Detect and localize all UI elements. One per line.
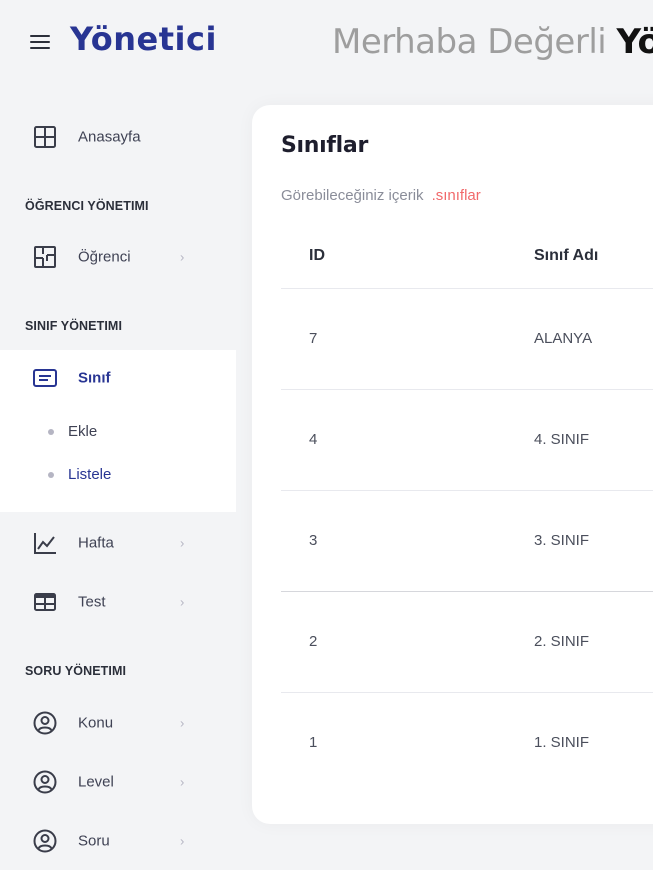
hamburger-menu-icon[interactable] <box>30 34 50 50</box>
section-title-soru: SORU YÖNETIMI <box>25 664 127 678</box>
cell-name: 4. SINIF <box>534 431 590 448</box>
sidebar-item-label: Anasayfa <box>78 128 141 146</box>
cell-name: ALANYA <box>534 330 593 347</box>
chevron-right-icon: › <box>180 833 185 849</box>
sidebar-item-test[interactable]: Test › <box>0 575 236 629</box>
chevron-right-icon: › <box>180 249 185 265</box>
chart-line-icon <box>34 533 56 554</box>
bullet-dot <box>48 472 54 478</box>
section-title-sinif: SINIF YÖNETIMI <box>25 319 123 333</box>
subtitle-tag: .sınıflar <box>431 187 481 204</box>
cell-name: 1. SINIF <box>534 734 590 751</box>
sidebar-item-anasayfa[interactable]: Anasayfa <box>0 110 236 164</box>
cell-id: 7 <box>309 330 318 347</box>
sidebar-item-label: Test <box>78 593 106 611</box>
chevron-right-icon: › <box>180 774 185 790</box>
sidebar-item-label: Öğrenci <box>78 248 131 266</box>
cell-id: 1 <box>309 734 318 751</box>
page-subtitle: Görebileceğiniz içerik .sınıflar <box>281 187 481 204</box>
column-header-name[interactable]: Sınıf Adı <box>534 247 598 265</box>
table-row[interactable]: 4 4. SINIF <box>281 390 653 491</box>
sidebar-item-level[interactable]: Level › <box>0 755 236 809</box>
page-title: Sınıflar <box>281 133 368 158</box>
chevron-right-icon: › <box>180 535 185 551</box>
table-icon <box>34 593 56 611</box>
column-header-id[interactable]: ID <box>309 247 325 265</box>
chevron-right-icon: › <box>180 594 185 610</box>
sidebar-subitem-label: Listele <box>68 466 112 483</box>
greeting-name: Yön <box>616 22 653 62</box>
table-row[interactable]: 1 1. SINIF <box>281 693 653 794</box>
bullet-dot <box>48 429 54 435</box>
list-icon <box>33 369 57 387</box>
cell-id: 4 <box>309 431 318 448</box>
sidebar-subitem-ekle[interactable]: Ekle <box>0 414 236 450</box>
sidebar-item-soru[interactable]: Soru › <box>0 814 236 868</box>
table-body: 7 ALANYA 4 4. SINIF 3 3. SINIF 2 2. SINI… <box>281 289 653 794</box>
table-row[interactable]: 7 ALANYA <box>281 289 653 390</box>
floorplan-icon <box>34 246 56 268</box>
sidebar-item-hafta[interactable]: Hafta › <box>0 516 236 570</box>
sidebar-item-konu[interactable]: Konu › <box>0 696 236 750</box>
content-card: Sınıflar Görebileceğiniz içerik .sınıflar… <box>252 105 653 824</box>
cell-id: 2 <box>309 633 318 650</box>
sidebar-item-label: Soru <box>78 832 110 850</box>
table-header: ID Sınıf Adı <box>281 217 653 289</box>
sidebar: Anasayfa ÖĞRENCI YÖNETIMI Öğrenci › SINI… <box>0 104 236 870</box>
top-bar: Yönetici Merhaba Değerli Yön <box>0 0 653 84</box>
cell-name: 2. SINIF <box>534 633 590 650</box>
cell-id: 3 <box>309 532 318 549</box>
greeting-text: Merhaba Değerli Yön <box>332 22 653 62</box>
sidebar-item-label: Hafta <box>78 534 114 552</box>
chevron-right-icon: › <box>180 715 185 731</box>
sidebar-item-ogrenci[interactable]: Öğrenci › <box>0 230 236 284</box>
sidebar-item-label: Konu <box>78 714 114 732</box>
sidebar-item-label: Level <box>78 773 114 791</box>
table-row[interactable]: 2 2. SINIF <box>281 592 653 693</box>
sidebar-subitem-listele[interactable]: Listele <box>0 457 236 493</box>
greeting-prefix: Merhaba Değerli <box>332 22 607 62</box>
grid-icon <box>34 126 56 148</box>
user-circle-icon <box>33 829 57 853</box>
user-circle-icon <box>33 770 57 794</box>
section-title-ogrenci: ÖĞRENCI YÖNETIMI <box>25 199 149 213</box>
subtitle-text: Görebileceğiniz içerik <box>281 187 424 204</box>
cell-name: 3. SINIF <box>534 532 590 549</box>
table-row[interactable]: 3 3. SINIF <box>281 491 653 592</box>
sidebar-item-sinif[interactable]: Sınıf <box>0 351 236 405</box>
user-circle-icon <box>33 711 57 735</box>
brand-logo[interactable]: Yönetici <box>70 20 217 58</box>
sidebar-item-label: Sınıf <box>78 369 111 387</box>
classes-table: ID Sınıf Adı 7 ALANYA 4 4. SINIF 3 3. SI… <box>281 217 653 794</box>
sidebar-subitem-label: Ekle <box>68 423 98 440</box>
